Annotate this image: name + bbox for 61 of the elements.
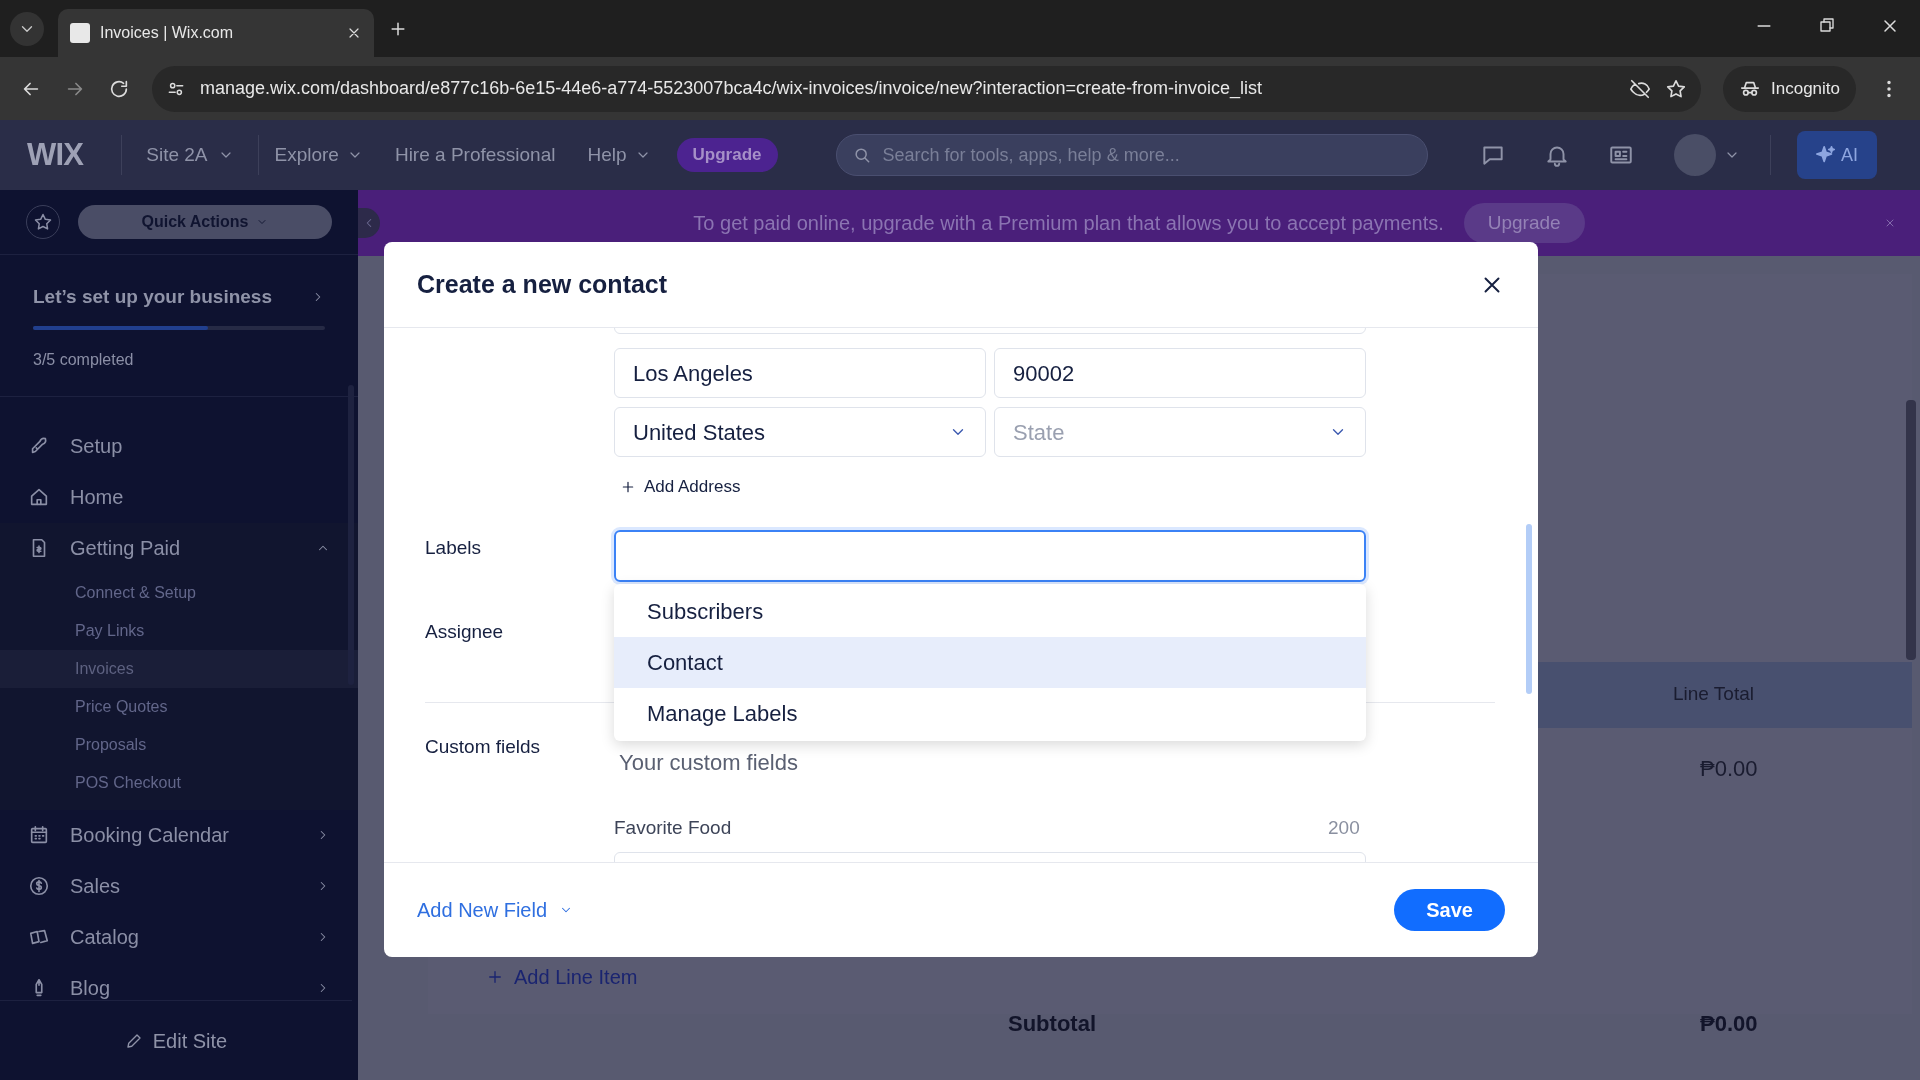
dropdown-option[interactable]: Manage Labels [614,688,1366,739]
sidebar-subitem[interactable]: Proposals [0,725,358,764]
add-new-field-button[interactable]: Add New Field [417,895,574,925]
banner-text: To get paid online, upgrade with a Premium plan that allows you to accept payments. [693,211,1444,236]
calendar-icon [28,824,50,846]
dropdown-option[interactable]: Contact [614,637,1366,688]
nav-menu-item[interactable]: Help [571,140,667,170]
column-header: Line Total [1673,682,1754,706]
sidebar-subitem[interactable]: Pay Links [0,611,358,650]
dropdown-option[interactable]: Subscribers [614,586,1366,637]
city-field[interactable]: Los Angeles [614,348,986,398]
incognito-button[interactable]: Incognito [1723,65,1856,112]
bookmark-star-icon[interactable] [1665,77,1687,100]
subtotal-label: Subtotal [1008,1010,1096,1038]
eye-off-icon[interactable] [1629,77,1651,100]
url-text: manage.wix.com/dashboard/e877c16b-6e15-44e6-a774-5523007bca4c/wix-invoices/invoice/new?interaction=create-from-invoice_list [200,77,1264,101]
close-banner-icon[interactable] [1884,217,1896,229]
character-counter: 200 [1328,816,1360,840]
address-bar[interactable]: manage.wix.com/dashboard/e877c16b-6e15-44e6-a774-5523007bca4c/wix-invoices/invoice/new?interaction=create-from-invoice_list [152,65,1701,112]
tab-list-icon[interactable] [10,11,44,46]
search-field[interactable]: Search for tools, apps, help & more... [835,134,1428,176]
sidebar-item[interactable]: Getting Paid [0,522,358,574]
ai-button[interactable]: AI [1796,131,1877,179]
line-total-amount: ₱0.00 [1700,755,1758,783]
nav-menu-item[interactable]: Hire a Professional [378,140,572,170]
sidebar-subitem[interactable]: POS Checkout [0,763,358,802]
sidebar-subitem[interactable]: Price Quotes [0,687,358,726]
scrollbar[interactable] [1526,524,1532,694]
nav-menu-item[interactable]: Explore [258,140,379,170]
sidebar-item[interactable]: Home [0,471,358,523]
add-address-button[interactable]: Add Address [620,474,741,500]
sidebar-subitem[interactable]: Connect & Setup [0,573,358,612]
sidebar-item[interactable]: Sales [0,860,358,912]
tab-title: Invoices | Wix.com [100,23,235,43]
save-button[interactable]: Save [1394,889,1505,931]
labels-input[interactable] [614,530,1366,582]
subtotal-amount: ₱0.00 [1700,1010,1758,1038]
site-selector[interactable]: Site 2A [122,140,258,170]
section-hint: Your custom fields [619,749,798,777]
zip-field[interactable]: 90002 [994,348,1366,398]
scrollbar[interactable] [1906,400,1916,660]
site-favicon [70,23,90,43]
home-icon [28,486,50,508]
setup-title[interactable]: Let’s set up your business [33,283,272,312]
field-label: Assignee [425,620,504,644]
field-label: Labels [425,536,481,560]
field-label: Favorite Food [614,816,732,840]
upgrade-button[interactable]: Upgrade [676,138,778,172]
dollar-icon [28,875,50,897]
wix-logo[interactable]: WIX [27,131,84,179]
sidebar-item[interactable]: Catalog [0,911,358,963]
progress-status: 3/5 completed [33,349,135,370]
sidebar-item[interactable]: Setup [0,420,358,472]
field-label: Custom fields [425,735,541,759]
dialog-title: Create a new contact [417,268,668,300]
sidebar-item[interactable]: Booking Calendar [0,809,358,861]
browser-tab[interactable]: Invoices | Wix.com [58,9,374,57]
plus-icon [486,968,504,986]
country-select[interactable]: United States [614,407,986,457]
edit-site-button[interactable]: Edit Site [124,1025,228,1056]
sidebar-item[interactable]: Blog [0,962,358,1014]
